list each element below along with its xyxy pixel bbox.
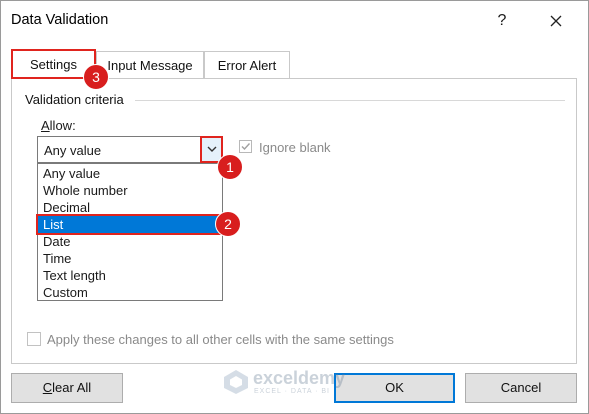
allow-options-list: Any value Whole number Decimal List Date… <box>36 163 224 301</box>
exceldemy-watermark: exceldemy EXCEL · DATA · BI <box>223 366 373 400</box>
help-button[interactable]: ? <box>491 10 513 32</box>
title-bar: Data Validation ? <box>1 1 588 39</box>
option-date[interactable]: Date <box>38 233 222 250</box>
ignore-blank-checkbox[interactable] <box>239 140 252 153</box>
cancel-button[interactable]: Cancel <box>465 373 577 403</box>
step-badge-2: 2 <box>215 211 241 237</box>
watermark-name: exceldemy <box>253 368 346 388</box>
ignore-blank-label: Ignore blank <box>259 140 331 155</box>
tab-error-alert[interactable]: Error Alert <box>204 51 290 78</box>
watermark-tagline: EXCEL · DATA · BI <box>254 388 330 395</box>
tab-input-message[interactable]: Input Message <box>96 51 204 78</box>
close-icon <box>550 15 562 27</box>
group-divider <box>135 100 565 101</box>
allow-selected-value: Any value <box>44 143 102 158</box>
option-decimal[interactable]: Decimal <box>38 199 222 216</box>
option-custom[interactable]: Custom <box>38 284 222 301</box>
option-list[interactable]: List <box>36 214 224 235</box>
chevron-down-icon <box>207 146 217 152</box>
allow-dropdown[interactable]: Any value <box>37 136 223 163</box>
exceldemy-logo-icon <box>224 370 248 394</box>
clear-all-button[interactable]: Clear All <box>11 373 123 403</box>
step-badge-1: 1 <box>217 154 243 180</box>
option-time[interactable]: Time <box>38 250 222 267</box>
allow-label-text: llow: <box>49 118 76 133</box>
checkmark-icon <box>241 143 251 151</box>
step-badge-3: 3 <box>83 64 109 90</box>
data-validation-dialog: Data Validation ? Settings Input Message… <box>0 0 589 414</box>
clear-all-label: lear All <box>52 380 92 395</box>
dialog-title: Data Validation <box>11 12 109 28</box>
apply-all-checkbox[interactable] <box>27 332 41 346</box>
clear-accesskey: C <box>42 380 53 395</box>
option-whole-number[interactable]: Whole number <box>38 182 222 199</box>
allow-label: Allow: <box>41 118 76 133</box>
option-text-length[interactable]: Text length <box>38 267 222 284</box>
validation-criteria-label: Validation criteria <box>25 92 124 107</box>
close-button[interactable] <box>541 9 571 33</box>
allow-accesskey: A <box>41 118 50 133</box>
option-any-value[interactable]: Any value <box>38 165 222 182</box>
apply-all-label: Apply these changes to all other cells w… <box>47 332 394 347</box>
